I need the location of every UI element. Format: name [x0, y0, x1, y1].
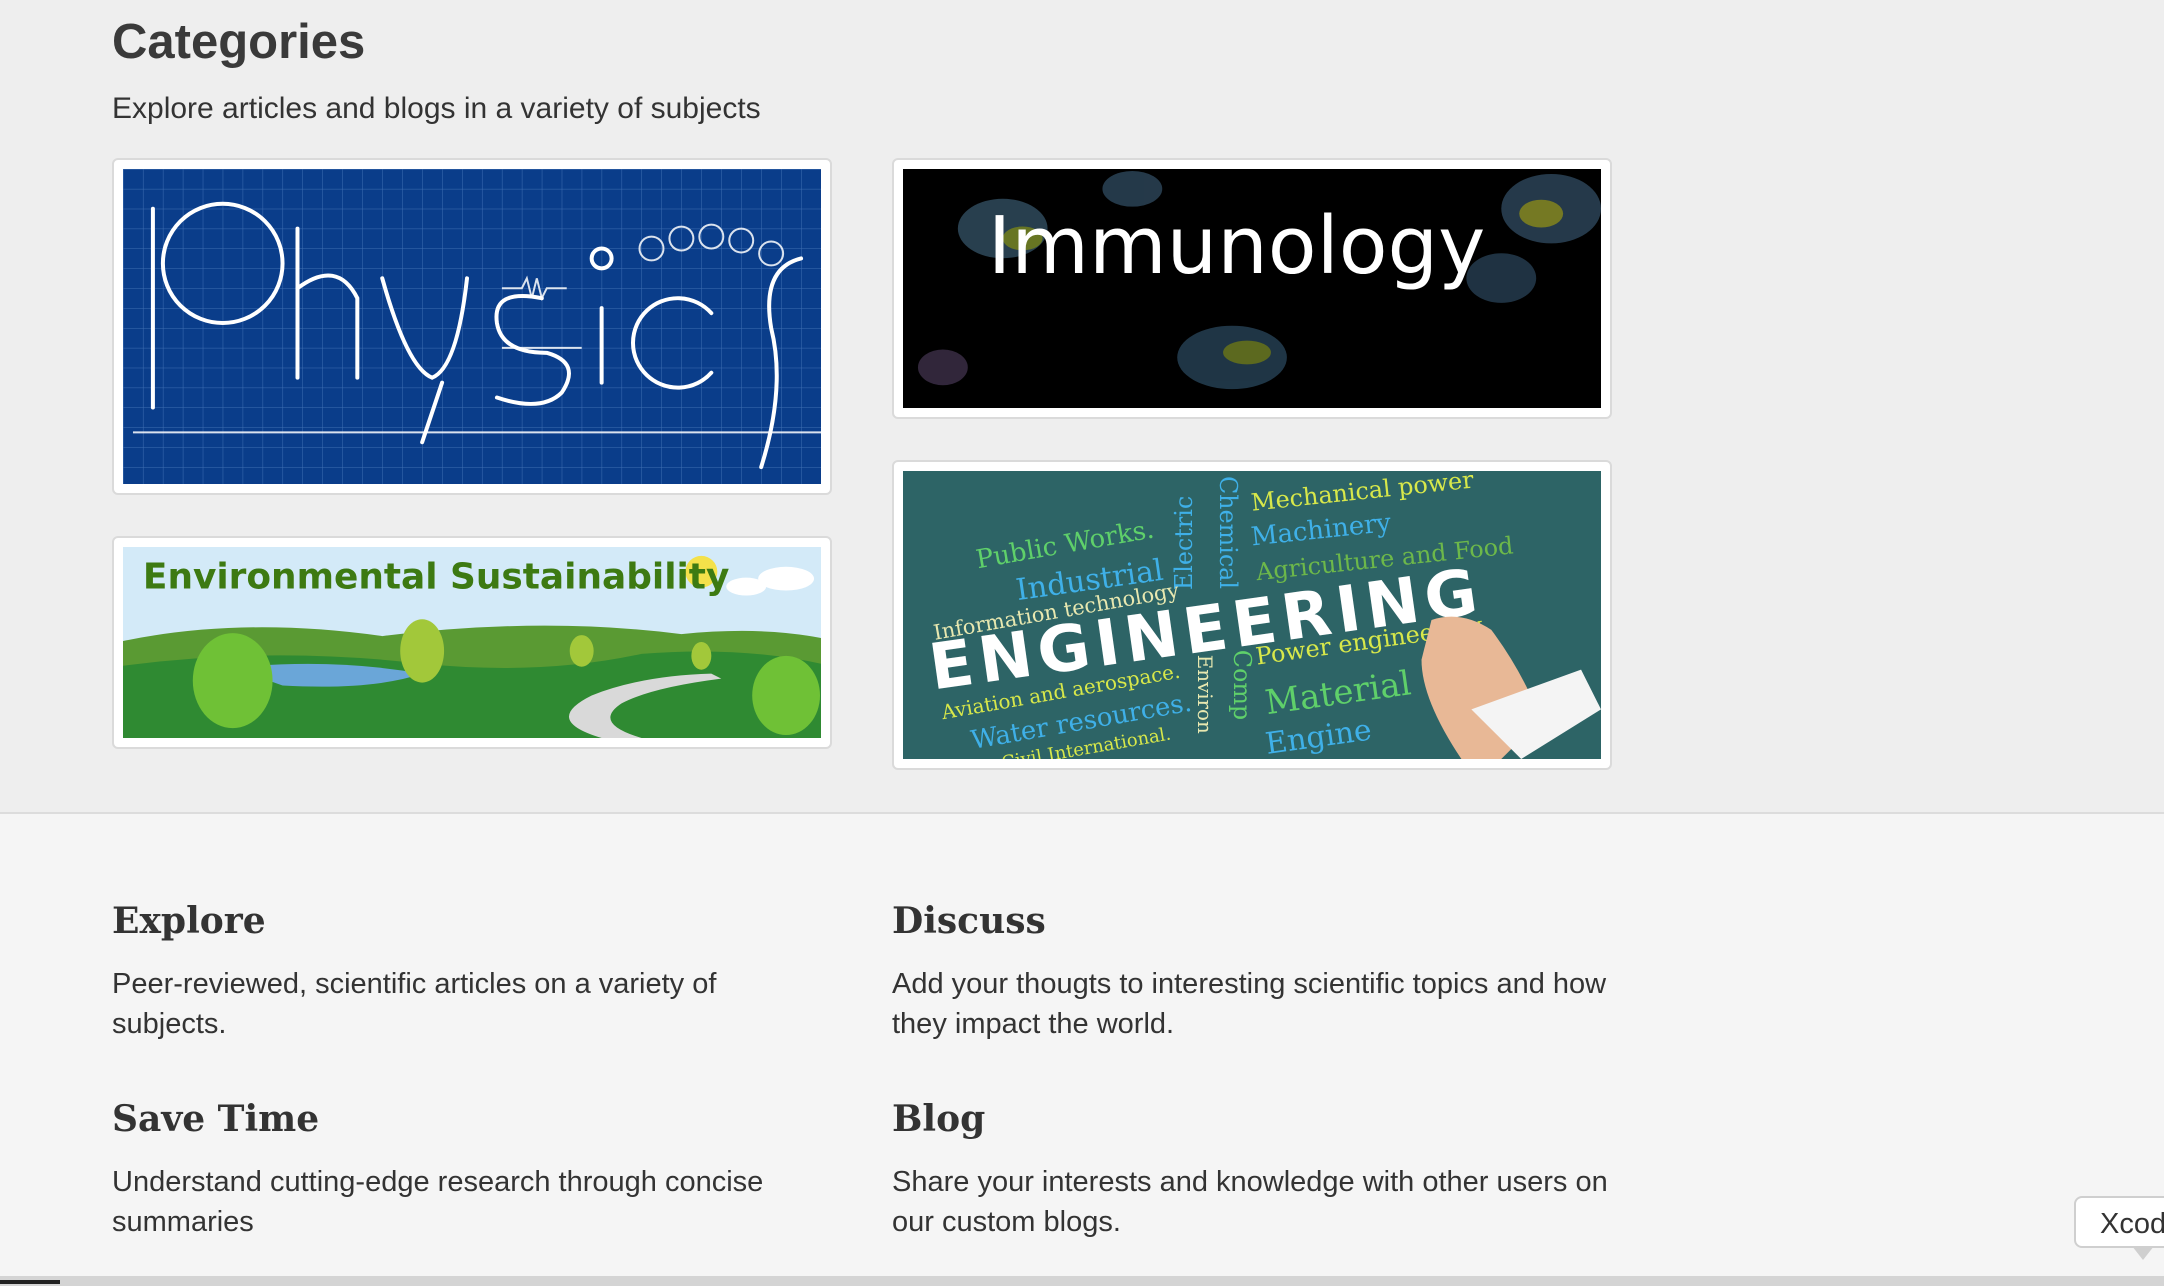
- feature-text: Peer-reviewed, scientific articles on a …: [112, 968, 717, 1040]
- immunology-image: Immunology: [903, 169, 1601, 408]
- feature-explore: Explore Peer-reviewed, scientific articl…: [112, 900, 832, 1044]
- categories-title: Categories: [112, 15, 366, 69]
- feature-blog: Blog Share your interests and knowledge …: [892, 1098, 1612, 1242]
- dock-indicator: [0, 1280, 60, 1284]
- category-card-physics[interactable]: [112, 158, 832, 495]
- immunology-label: Immunology: [988, 199, 1486, 292]
- svg-text:Electric: Electric: [1170, 496, 1198, 590]
- category-card-engineering[interactable]: Mechanical power Public Works. Industria…: [892, 460, 1612, 770]
- feature-title: Explore: [112, 900, 266, 942]
- feature-text: Share your interests and knowledge with …: [892, 1166, 1608, 1238]
- feature-title: Discuss: [892, 900, 1046, 942]
- feature-text: Add your thougts to interesting scientif…: [892, 968, 1607, 1040]
- feature-title: Blog: [892, 1098, 986, 1140]
- categories-subtitle: Explore articles and blogs in a variety …: [112, 92, 761, 125]
- feature-save-time: Save Time Understand cutting-edge resear…: [112, 1098, 832, 1242]
- categories-section: Categories Explore articles and blogs in…: [0, 0, 2164, 812]
- category-card-immunology[interactable]: Immunology: [892, 158, 1612, 419]
- category-card-environmental[interactable]: Environmental Sustainability: [112, 536, 832, 749]
- dock-edge: [0, 1276, 2164, 1286]
- environmental-label: Environmental Sustainability: [143, 557, 729, 598]
- dock-tooltip: Xcode: [2074, 1196, 2164, 1248]
- physics-image: [123, 169, 821, 484]
- tooltip-pointer: [2132, 1246, 2154, 1260]
- features-section: Explore Peer-reviewed, scientific articl…: [0, 814, 2164, 1276]
- environmental-image: Environmental Sustainability: [123, 547, 821, 738]
- feature-title: Save Time: [112, 1098, 320, 1140]
- engineering-image: Mechanical power Public Works. Industria…: [903, 471, 1601, 759]
- feature-discuss: Discuss Add your thougts to interesting …: [892, 900, 1612, 1044]
- feature-text: Understand cutting-edge research through…: [112, 1166, 764, 1238]
- svg-text:Chemical: Chemical: [1214, 476, 1242, 589]
